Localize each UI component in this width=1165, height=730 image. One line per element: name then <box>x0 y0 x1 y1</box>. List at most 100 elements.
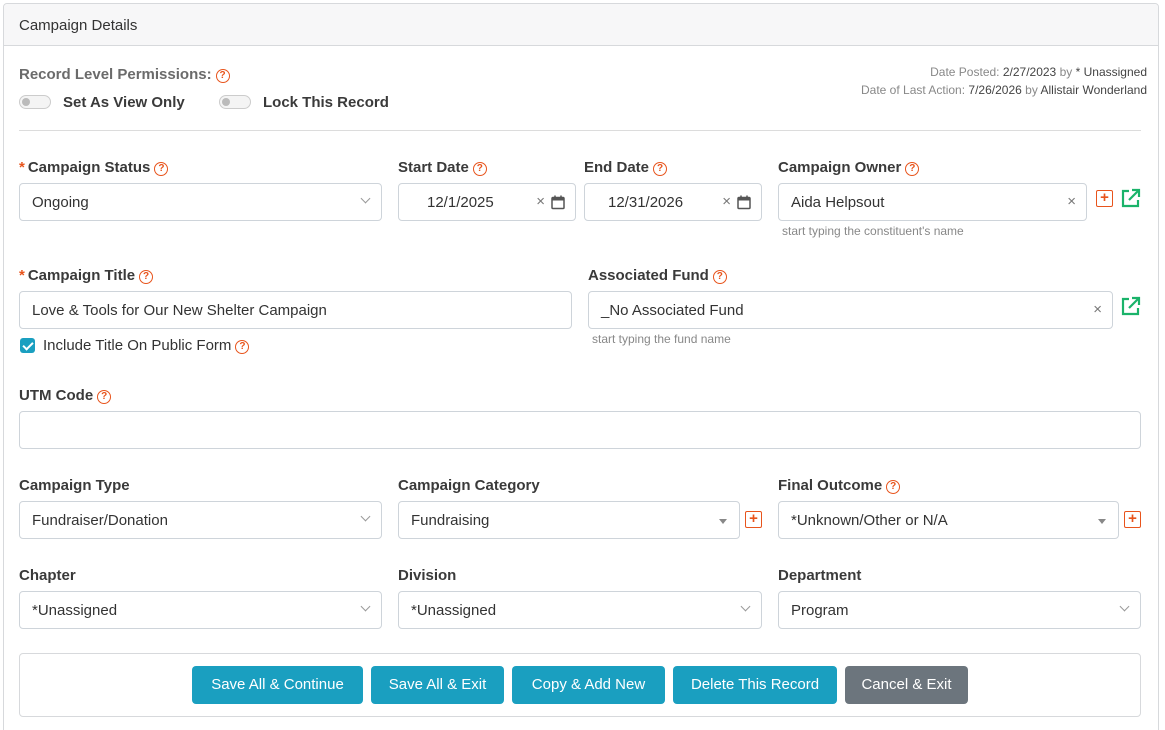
end-date-label-text: End Date <box>584 159 650 176</box>
campaign-owner-label: Campaign Owner? <box>778 159 920 176</box>
help-icon[interactable]: ? <box>712 270 727 284</box>
campaign-status-label-text: Campaign Status <box>27 159 151 176</box>
required-marker: * <box>19 159 25 176</box>
campaign-owner-label-text: Campaign Owner <box>778 159 902 176</box>
view-only-label: Set As View Only <box>63 94 185 111</box>
campaign-owner-hint: start typing the constituent's name <box>782 224 964 238</box>
final-outcome-label-text: Final Outcome <box>778 477 883 494</box>
last-action-by: by <box>1025 83 1038 97</box>
campaign-status-value: Ongoing <box>32 194 89 211</box>
campaign-status-label: * Campaign Status? <box>19 159 169 176</box>
help-icon[interactable]: ? <box>97 390 112 404</box>
include-title-label-text: Include Title On Public Form <box>43 337 232 354</box>
start-date-value: 12/1/2025 <box>427 194 494 211</box>
final-outcome-select[interactable]: *Unknown/Other or N/A <box>778 501 1119 539</box>
date-posted-user: * Unassigned <box>1075 65 1147 79</box>
chevron-down-icon <box>360 601 371 612</box>
help-icon[interactable]: ? <box>472 162 487 176</box>
card-title: Campaign Details <box>19 17 138 34</box>
department-select[interactable]: Program <box>778 591 1141 629</box>
help-icon[interactable]: ? <box>235 340 250 354</box>
final-outcome-label: Final Outcome? <box>778 477 901 494</box>
card-header: Campaign Details <box>4 4 1158 46</box>
start-date-label-text: Start Date <box>398 159 469 176</box>
last-action-label: Date of Last Action: <box>861 83 966 97</box>
campaign-title-label: * Campaign Title? <box>19 267 154 284</box>
chapter-select[interactable]: *Unassigned <box>19 591 382 629</box>
required-marker: * <box>19 267 25 284</box>
last-action-user: Allistair Wonderland <box>1040 83 1148 97</box>
chevron-down-icon <box>360 193 371 204</box>
campaign-title-value: Love & Tools for Our New Shelter Campaig… <box>32 302 327 319</box>
date-posted-by: by <box>1059 65 1073 79</box>
save-continue-button[interactable]: Save All & Continue <box>192 666 363 704</box>
campaign-title-label-text: Campaign Title <box>27 267 136 284</box>
campaign-owner-value: Aida Helpsout <box>791 194 885 211</box>
add-owner-icon[interactable]: + <box>1096 190 1113 207</box>
campaign-category-value: Fundraising <box>411 512 490 529</box>
include-title-label: Include Title On Public Form? <box>43 337 250 354</box>
external-link-icon[interactable] <box>1120 187 1142 209</box>
end-date-label: End Date? <box>584 159 668 176</box>
help-icon[interactable]: ? <box>886 480 901 494</box>
add-category-icon[interactable]: + <box>745 511 762 528</box>
campaign-type-select[interactable]: Fundraiser/Donation <box>19 501 382 539</box>
clear-icon[interactable]: × <box>722 193 731 210</box>
chevron-down-icon <box>740 601 751 612</box>
associated-fund-value: _No Associated Fund <box>601 302 744 319</box>
end-date-input[interactable]: 12/31/2026 × <box>584 183 762 221</box>
chapter-value: *Unassigned <box>32 602 118 619</box>
delete-record-button[interactable]: Delete This Record <box>673 666 837 704</box>
permissions-label-text: Record Level Permissions: <box>19 66 212 83</box>
help-icon[interactable]: ? <box>139 270 154 284</box>
associated-fund-input[interactable]: _No Associated Fund × <box>588 291 1113 329</box>
start-date-input[interactable]: 12/1/2025 × <box>398 183 576 221</box>
utm-code-label: UTM Code? <box>19 387 112 404</box>
help-icon[interactable]: ? <box>905 162 920 176</box>
calendar-icon[interactable] <box>737 195 751 210</box>
clear-icon[interactable]: × <box>1093 301 1102 318</box>
division-value: *Unassigned <box>411 602 497 619</box>
calendar-icon[interactable] <box>551 195 565 210</box>
lock-record-toggle[interactable] <box>219 95 251 109</box>
add-outcome-icon[interactable]: + <box>1124 511 1141 528</box>
help-icon[interactable]: ? <box>215 69 230 83</box>
help-icon[interactable]: ? <box>154 162 169 176</box>
chevron-down-icon <box>360 511 371 522</box>
include-title-checkbox[interactable] <box>20 338 35 353</box>
copy-add-new-button[interactable]: Copy & Add New <box>512 666 665 704</box>
final-outcome-value: *Unknown/Other or N/A <box>791 512 948 529</box>
permissions-label: Record Level Permissions:? <box>19 66 230 83</box>
associated-fund-label-text: Associated Fund <box>588 267 709 284</box>
division-select[interactable]: *Unassigned <box>398 591 762 629</box>
last-action-value: 7/26/2026 <box>968 83 1022 97</box>
caret-down-icon <box>1098 519 1106 524</box>
help-icon[interactable]: ? <box>653 162 668 176</box>
utm-code-input[interactable] <box>19 411 1141 449</box>
clear-icon[interactable]: × <box>1067 193 1076 210</box>
caret-down-icon <box>719 519 727 524</box>
external-link-icon[interactable] <box>1120 295 1142 317</box>
campaign-category-select[interactable]: Fundraising <box>398 501 740 539</box>
clear-icon[interactable]: × <box>536 193 545 210</box>
campaign-type-value: Fundraiser/Donation <box>32 512 168 529</box>
date-posted-value: 2/27/2023 <box>1002 65 1057 79</box>
division-label: Division <box>398 567 457 584</box>
lock-record-label: Lock This Record <box>263 94 389 111</box>
date-posted: Date Posted: 2/27/2023 by * Unassigned <box>930 65 1147 79</box>
department-label: Department <box>778 567 862 584</box>
date-posted-label: Date Posted: <box>930 65 1000 79</box>
save-exit-button[interactable]: Save All & Exit <box>371 666 504 704</box>
campaign-title-input[interactable]: Love & Tools for Our New Shelter Campaig… <box>19 291 572 329</box>
associated-fund-label: Associated Fund? <box>588 267 727 284</box>
campaign-owner-input[interactable]: Aida Helpsout × <box>778 183 1087 221</box>
chevron-down-icon <box>1119 601 1130 612</box>
campaign-status-select[interactable]: Ongoing <box>19 183 382 221</box>
cancel-exit-button[interactable]: Cancel & Exit <box>845 666 968 704</box>
campaign-type-label: Campaign Type <box>19 477 130 494</box>
campaign-category-label: Campaign Category <box>398 477 540 494</box>
view-only-toggle[interactable] <box>19 95 51 109</box>
section-divider <box>19 130 1141 131</box>
associated-fund-hint: start typing the fund name <box>592 332 731 346</box>
department-value: Program <box>791 602 849 619</box>
